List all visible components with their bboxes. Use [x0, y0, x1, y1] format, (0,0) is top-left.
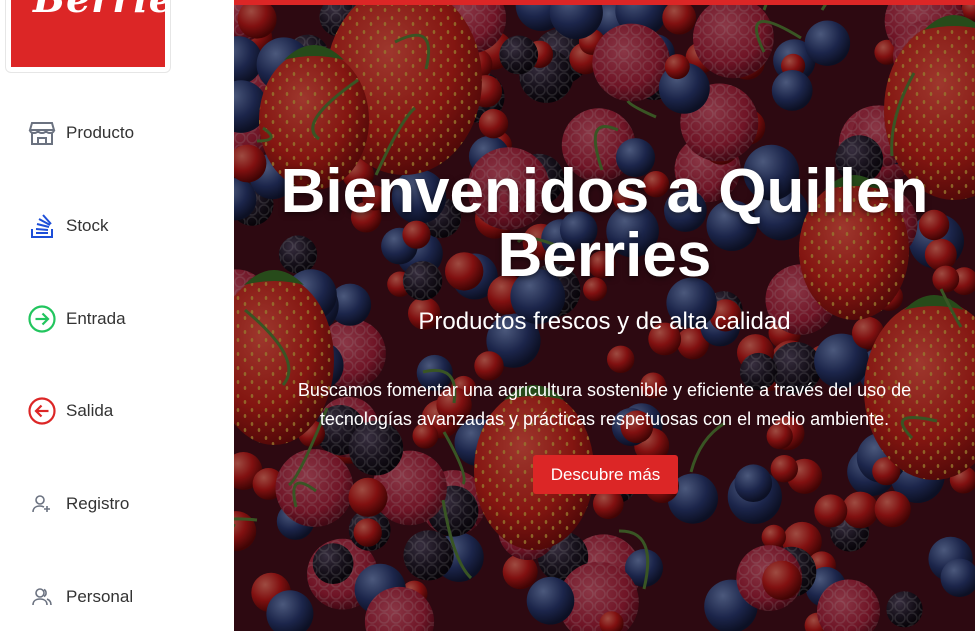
- hero-subtitle: Productos frescos y de alta calidad: [418, 308, 791, 335]
- sidebar-item-personal[interactable]: Personal: [26, 581, 133, 613]
- sidebar-item-label: Producto: [66, 123, 135, 142]
- sidebar-item-label: Registro: [66, 494, 130, 513]
- sidebar-item-label: Stock: [66, 216, 109, 235]
- logo[interactable]: Berries: [5, 0, 171, 73]
- sidebar-item-producto[interactable]: Producto: [26, 117, 134, 149]
- arrow-left-circle-icon: [26, 395, 58, 427]
- hero-description: Buscamos fomentar una agricultura sosten…: [297, 380, 912, 429]
- hero-content: Bienvenidos a Quillen Berries Productos …: [234, 0, 975, 631]
- sidebar: Berries Producto Stock: [0, 0, 234, 631]
- users-icon: [26, 581, 58, 613]
- sidebar-item-label: Personal: [66, 587, 134, 606]
- store-icon: [26, 117, 58, 149]
- sidebar-item-label: Salida: [66, 401, 114, 420]
- sidebar-item-stock[interactable]: Stock: [26, 210, 109, 242]
- sidebar-item-label: Entrada: [66, 309, 126, 328]
- logo-badge: Berries: [11, 0, 165, 67]
- stack-icon: [26, 210, 58, 242]
- sidebar-item-registro[interactable]: Registro: [26, 488, 129, 520]
- sidebar-item-entrada[interactable]: Entrada: [26, 303, 126, 335]
- arrow-right-circle-icon: [26, 303, 58, 335]
- discover-more-button[interactable]: Descubre más: [533, 455, 678, 494]
- logo-text: Berries: [33, 0, 165, 21]
- user-add-icon: [26, 488, 58, 520]
- hero-title: Bienvenidos a Quillen Berries: [280, 157, 929, 290]
- sidebar-item-salida[interactable]: Salida: [26, 395, 113, 427]
- hero-banner: Bienvenidos a Quillen Berries Productos …: [234, 0, 975, 631]
